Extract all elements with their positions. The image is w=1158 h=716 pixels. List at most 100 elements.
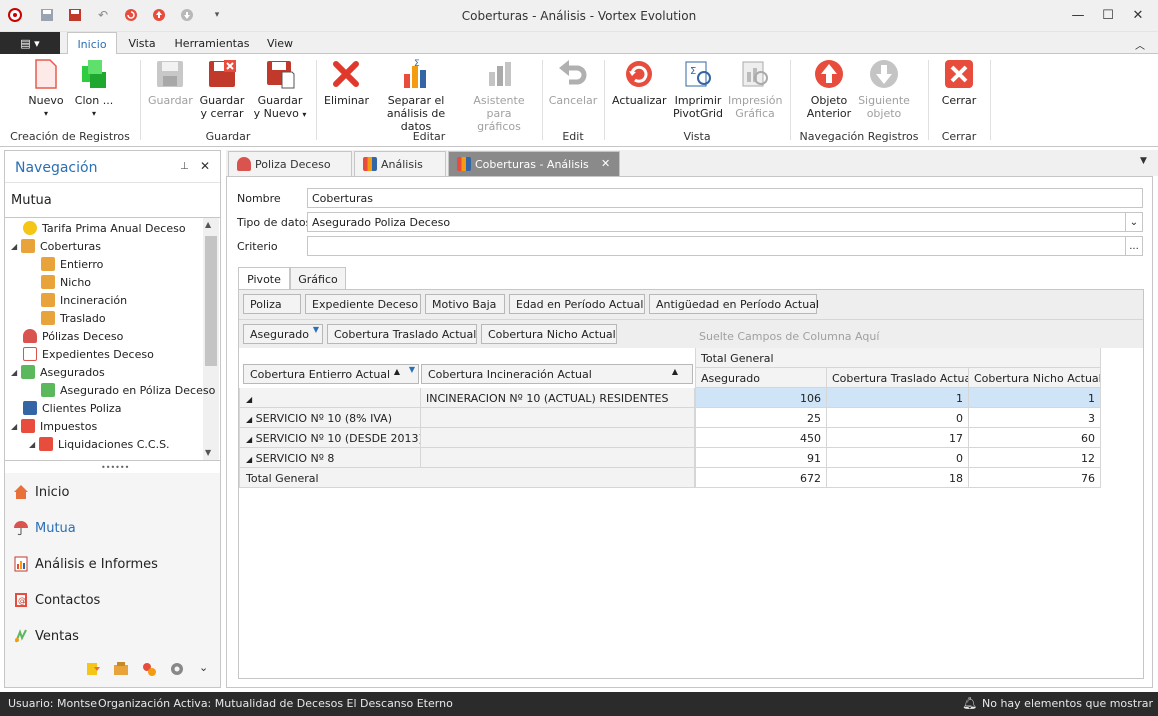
gear-icon[interactable] <box>169 661 185 677</box>
close-window-icon[interactable]: ✕ <box>1124 4 1152 26</box>
impresion-grafica-button[interactable]: Impresión Gráfica <box>728 58 782 120</box>
splitter-grip[interactable]: •••••• <box>101 463 129 472</box>
row-header-l1[interactable]: ◢ SERVICIO Nº 8 <box>239 448 421 468</box>
expanded-arrow-icon[interactable]: ◢ <box>246 415 252 424</box>
data-cell[interactable]: 0 <box>827 408 969 428</box>
tree-item-liquidaciones[interactable]: ◢ Liquidaciones C.C.S. <box>29 435 170 453</box>
row-field-incineracion[interactable]: Cobertura Incineración Actual ▲ <box>421 364 693 384</box>
tree-item-asegurados[interactable]: ◢ Asegurados <box>11 363 105 381</box>
eliminar-button[interactable]: Eliminar <box>324 58 369 107</box>
module-icon-3[interactable] <box>141 661 157 677</box>
filter-field-antiguedad[interactable]: Antigüedad en Período Actual <box>649 294 819 314</box>
tree-item-coberturas[interactable]: ◢ Coberturas <box>11 237 101 255</box>
cerrar-button[interactable]: Cerrar <box>936 58 982 107</box>
grand-total-cell[interactable]: 76 <box>969 468 1101 488</box>
nav-button-analisis[interactable]: Análisis e Informes <box>13 551 158 577</box>
tree-item-polizas[interactable]: Pólizas Deceso <box>23 327 123 345</box>
pin-icon[interactable]: ⊥ <box>180 161 189 172</box>
tab-herramientas[interactable]: Herramientas <box>172 32 252 54</box>
data-cell[interactable]: 91 <box>695 448 827 468</box>
grand-total-cell[interactable]: 672 <box>695 468 827 488</box>
data-cell[interactable]: 12 <box>969 448 1101 468</box>
expanded-arrow-icon[interactable]: ◢ <box>246 395 252 404</box>
tab-grafico[interactable]: Gráfico <box>290 267 346 290</box>
close-panel-icon[interactable]: ✕ <box>200 159 210 173</box>
data-cell[interactable]: 0 <box>827 448 969 468</box>
data-cell[interactable]: 25 <box>695 408 827 428</box>
nombre-field[interactable]: Coberturas <box>307 188 1143 208</box>
expanded-arrow-icon[interactable]: ◢ <box>11 368 21 377</box>
grand-total-row-header[interactable]: Total General <box>239 468 695 488</box>
scroll-up-icon[interactable]: ▲ <box>205 220 211 229</box>
doc-tab-poliza-deceso[interactable]: Poliza Deceso <box>228 151 352 176</box>
row-header-l1[interactable]: ◢ SERVICIO Nº 10 (DESDE 2013) <box>239 428 421 448</box>
data-cell[interactable]: 17 <box>827 428 969 448</box>
tipo-datos-select[interactable]: Asegurado Poliza Deceso ⌄ <box>307 212 1143 232</box>
tree-item-impuestos[interactable]: ◢ Impuestos <box>11 417 97 435</box>
doc-tab-analisis[interactable]: Análisis <box>354 151 446 176</box>
tab-vista[interactable]: Vista <box>122 32 162 54</box>
objeto-anterior-button[interactable]: Objeto Anterior <box>804 58 854 120</box>
data-field-nicho[interactable]: Cobertura Nicho Actual <box>481 324 617 344</box>
expanded-arrow-icon[interactable]: ◢ <box>11 242 21 251</box>
collapse-ribbon-icon[interactable]: ︿ <box>1130 32 1150 54</box>
status-notifications[interactable]: No hay elementos que mostrar <box>982 697 1153 710</box>
data-cell[interactable]: 60 <box>969 428 1101 448</box>
row-header-l1[interactable]: ◢ <box>239 388 421 408</box>
data-cell[interactable]: 3 <box>969 408 1101 428</box>
filter-field-expediente[interactable]: Expediente Deceso <box>305 294 421 314</box>
tabs-dropdown-icon[interactable]: ▼ <box>1140 156 1147 166</box>
tree-scrollbar[interactable]: ▲ ▼ <box>203 218 219 460</box>
criterio-field[interactable]: ... <box>307 236 1143 256</box>
nav-button-mutua[interactable]: Mutua <box>13 515 76 541</box>
row-header-l2[interactable] <box>421 428 695 448</box>
guardar-y-nuevo-button[interactable]: Guardar y Nuevo ▾ <box>252 58 308 121</box>
clon-button[interactable]: Clon ... ▾ <box>72 58 116 120</box>
module-icon-2[interactable] <box>113 661 129 677</box>
value-header-nicho[interactable]: Cobertura Nicho Actual <box>969 368 1101 388</box>
expanded-arrow-icon[interactable]: ◢ <box>246 455 252 464</box>
nav-button-inicio[interactable]: Inicio <box>13 479 69 505</box>
data-cell[interactable]: 450 <box>695 428 827 448</box>
module-icon-1[interactable] <box>85 661 101 677</box>
sort-asc-icon[interactable]: ▲ <box>394 367 400 376</box>
tab-view[interactable]: View <box>262 32 298 54</box>
nuevo-button[interactable]: Nuevo ▾ <box>26 58 66 120</box>
tree-item-tarifa[interactable]: Tarifa Prima Anual Deceso <box>23 219 186 237</box>
tree-item-expedientes[interactable]: Expedientes Deceso <box>23 345 154 363</box>
tree-item-entierro[interactable]: Entierro <box>41 255 103 273</box>
row-header-l2[interactable]: INCINERACION Nº 10 (ACTUAL) RESIDENTES <box>421 388 695 408</box>
filter-field-poliza[interactable]: Poliza <box>243 294 301 314</box>
row-field-entierro[interactable]: Cobertura Entierro Actual ▲ ▼ <box>243 364 419 384</box>
scroll-thumb[interactable] <box>205 236 217 366</box>
expanded-arrow-icon[interactable]: ◢ <box>29 440 39 449</box>
siguiente-objeto-button[interactable]: Siguiente objeto <box>858 58 910 120</box>
data-cell[interactable]: 1 <box>969 388 1101 408</box>
cancelar-button[interactable]: Cancelar <box>548 58 598 107</box>
row-header-l2[interactable] <box>421 448 695 468</box>
scroll-down-icon[interactable]: ▼ <box>205 448 211 457</box>
row-header-l1[interactable]: ◢ SERVICIO Nº 10 (8% IVA) <box>239 408 421 428</box>
maximize-icon[interactable]: ☐ <box>1094 4 1122 26</box>
tree-item-asegurado-poliza[interactable]: Asegurado en Póliza Deceso <box>41 381 215 399</box>
doc-tab-coberturas-analisis[interactable]: Coberturas - Análisis ✕ <box>448 151 620 176</box>
expanded-arrow-icon[interactable]: ◢ <box>246 435 252 444</box>
guardar-button[interactable]: Guardar <box>148 58 193 107</box>
actualizar-button[interactable]: Actualizar <box>612 58 667 107</box>
filter-icon[interactable]: ▼ <box>313 325 319 334</box>
data-cell[interactable]: 106 <box>695 388 827 408</box>
nav-button-ventas[interactable]: Ventas <box>13 623 79 649</box>
minimize-icon[interactable]: — <box>1064 4 1092 26</box>
sort-asc-icon[interactable]: ▲ <box>672 367 678 376</box>
expanded-arrow-icon[interactable]: ◢ <box>11 422 21 431</box>
tree-item-incineracion[interactable]: Incineración <box>41 291 127 309</box>
tab-pivote[interactable]: Pivote <box>238 267 290 290</box>
total-general-column-header[interactable]: Total General <box>695 348 1101 368</box>
tree-item-traslado[interactable]: Traslado <box>41 309 106 327</box>
grand-total-cell[interactable]: 18 <box>827 468 969 488</box>
value-header-asegurado[interactable]: Asegurado <box>695 368 827 388</box>
tree-item-clientes[interactable]: Clientes Poliza <box>23 399 121 417</box>
tree-item-nicho[interactable]: Nicho <box>41 273 91 291</box>
separar-analisis-button[interactable]: Σ Separar el análisis de datos <box>374 58 458 133</box>
data-field-traslado[interactable]: Cobertura Traslado Actual <box>327 324 477 344</box>
